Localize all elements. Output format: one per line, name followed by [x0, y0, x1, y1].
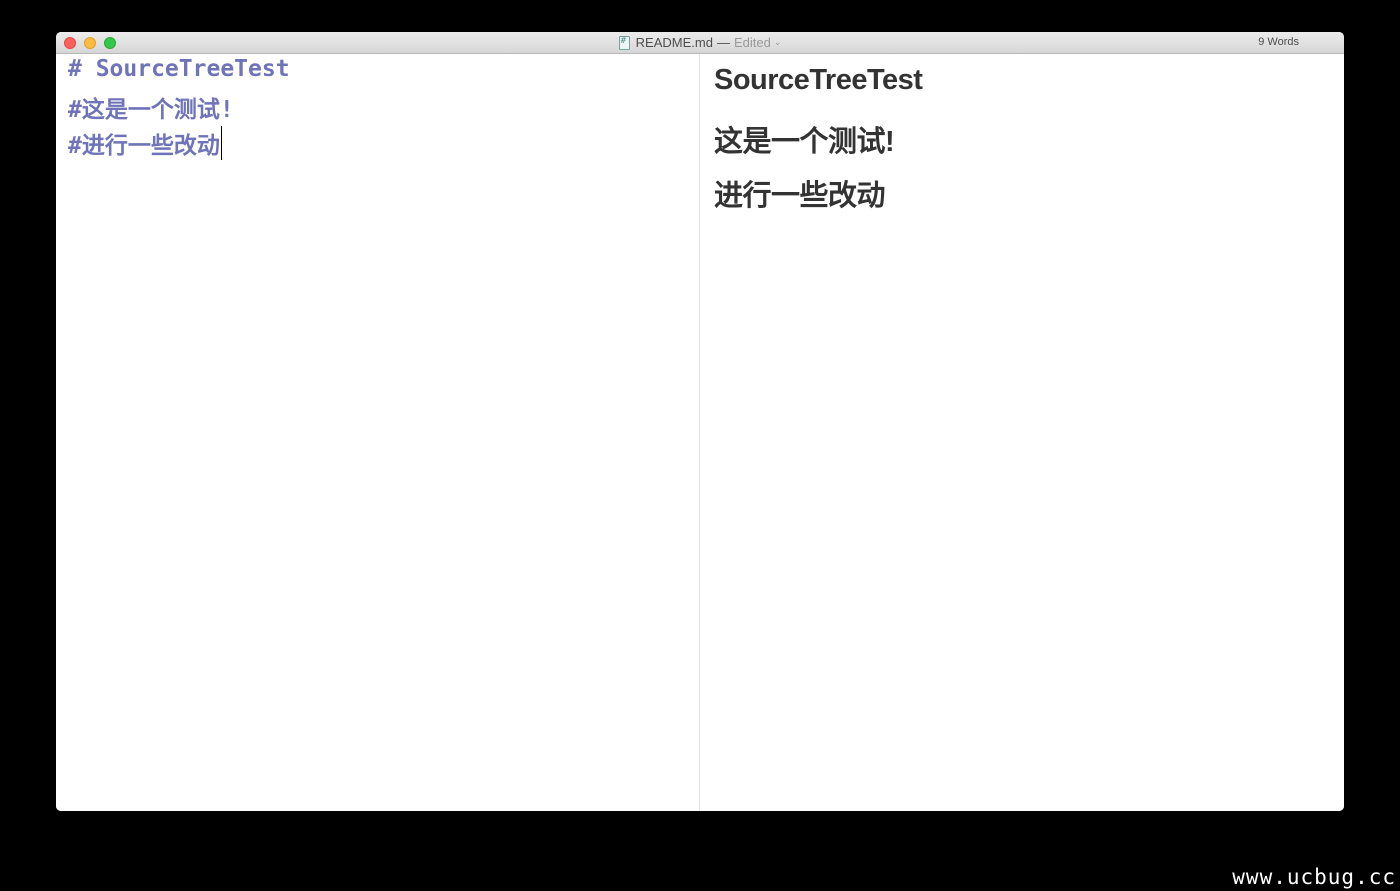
- word-count[interactable]: 9 Words: [1258, 32, 1299, 53]
- chevron-down-icon[interactable]: ⌄: [774, 37, 782, 48]
- markdown-editor[interactable]: # SourceTreeTest #这是一个测试! #进行一些改动: [56, 54, 700, 811]
- editor-window: README.md — Edited ⌄ 9 Words # SourceTre…: [56, 32, 1344, 811]
- editor-line-text[interactable]: #进行一些改动: [68, 133, 220, 159]
- site-watermark: www.ucbug.cc: [1232, 865, 1396, 889]
- markdown-document-icon: [618, 35, 630, 50]
- text-cursor: [220, 126, 222, 160]
- editor-line[interactable]: #这是一个测试!: [68, 90, 234, 124]
- editor-line-with-cursor[interactable]: #进行一些改动: [68, 126, 222, 160]
- window-filename: README.md: [635, 35, 713, 50]
- window-title[interactable]: README.md — Edited ⌄: [56, 32, 1344, 53]
- document-status[interactable]: Edited: [734, 35, 771, 50]
- markdown-preview: SourceTreeTest 这是一个测试! 进行一些改动: [700, 54, 1344, 811]
- preview-heading: SourceTreeTest: [714, 64, 923, 96]
- preview-heading: 进行一些改动: [714, 180, 886, 212]
- title-bar[interactable]: README.md — Edited ⌄ 9 Words: [56, 32, 1344, 54]
- editor-line[interactable]: # SourceTreeTest: [68, 56, 290, 82]
- title-separator: —: [716, 35, 730, 50]
- preview-heading: 这是一个测试!: [714, 126, 895, 158]
